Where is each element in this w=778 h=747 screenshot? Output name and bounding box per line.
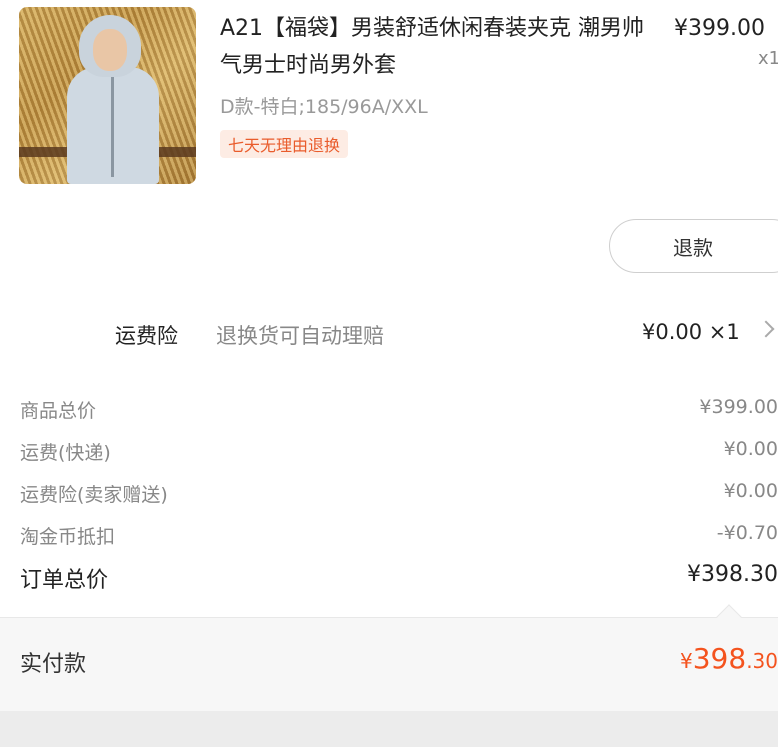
fee-value: -¥0.70 bbox=[716, 522, 778, 544]
paid-amount-section: 实付款 ¥398.30 bbox=[0, 604, 778, 711]
fee-row-goods-total: 商品总价 ¥399.00 bbox=[0, 392, 778, 428]
currency-symbol: ¥ bbox=[680, 649, 693, 673]
fee-row-shipping: 运费(快递) ¥0.00 bbox=[0, 434, 778, 470]
insurance-price: ¥0.00 ×1 bbox=[642, 320, 740, 344]
product-image[interactable] bbox=[19, 7, 196, 184]
refund-button[interactable]: 退款 bbox=[609, 219, 778, 273]
fee-value: ¥399.00 bbox=[699, 396, 778, 418]
insurance-label: 运费险 bbox=[115, 324, 178, 348]
product-sku: D款-特白;185/96A/XXL bbox=[220, 96, 428, 118]
product-title[interactable]: A21【福袋】男装舒适休闲春装夹克 潮男帅气男士时尚男外套 bbox=[220, 10, 660, 84]
paid-amount-integer: 398 bbox=[692, 642, 747, 675]
fee-label: 运费险(卖家赠送) bbox=[20, 484, 168, 506]
bottom-divider bbox=[0, 711, 778, 747]
fee-label: 运费(快递) bbox=[20, 442, 111, 464]
fee-value: ¥0.00 bbox=[723, 480, 778, 502]
fee-label: 商品总价 bbox=[20, 400, 97, 422]
chevron-right-icon bbox=[757, 320, 775, 338]
shipping-insurance-row[interactable]: 运费险 退换货可自动理赔 ¥0.00 ×1 bbox=[0, 310, 778, 360]
insurance-description: 退换货可自动理赔 bbox=[216, 324, 384, 348]
order-item[interactable]: A21【福袋】男装舒适休闲春装夹克 潮男帅气男士时尚男外套 ¥399.00 x1… bbox=[0, 0, 778, 300]
order-total-value: ¥398.30 bbox=[687, 562, 778, 587]
order-total-label: 订单总价 bbox=[20, 568, 109, 593]
paid-amount-decimal: .30 bbox=[746, 649, 778, 673]
paid-amount: ¥398.30 bbox=[680, 642, 778, 675]
return-policy-badge: 七天无理由退换 bbox=[220, 130, 349, 158]
fee-row-coin-discount: 淘金币抵扣 -¥0.70 bbox=[0, 518, 778, 554]
fee-label: 淘金币抵扣 bbox=[20, 526, 116, 548]
product-price: ¥399.00 bbox=[674, 16, 765, 41]
order-total-row: 订单总价 ¥398.30 bbox=[0, 560, 778, 600]
caret-up-icon bbox=[716, 604, 742, 630]
fee-row-insurance: 运费险(卖家赠送) ¥0.00 bbox=[0, 476, 778, 512]
product-quantity: x1 bbox=[758, 48, 778, 69]
paid-label: 实付款 bbox=[20, 652, 87, 677]
fee-value: ¥0.00 bbox=[723, 438, 778, 460]
